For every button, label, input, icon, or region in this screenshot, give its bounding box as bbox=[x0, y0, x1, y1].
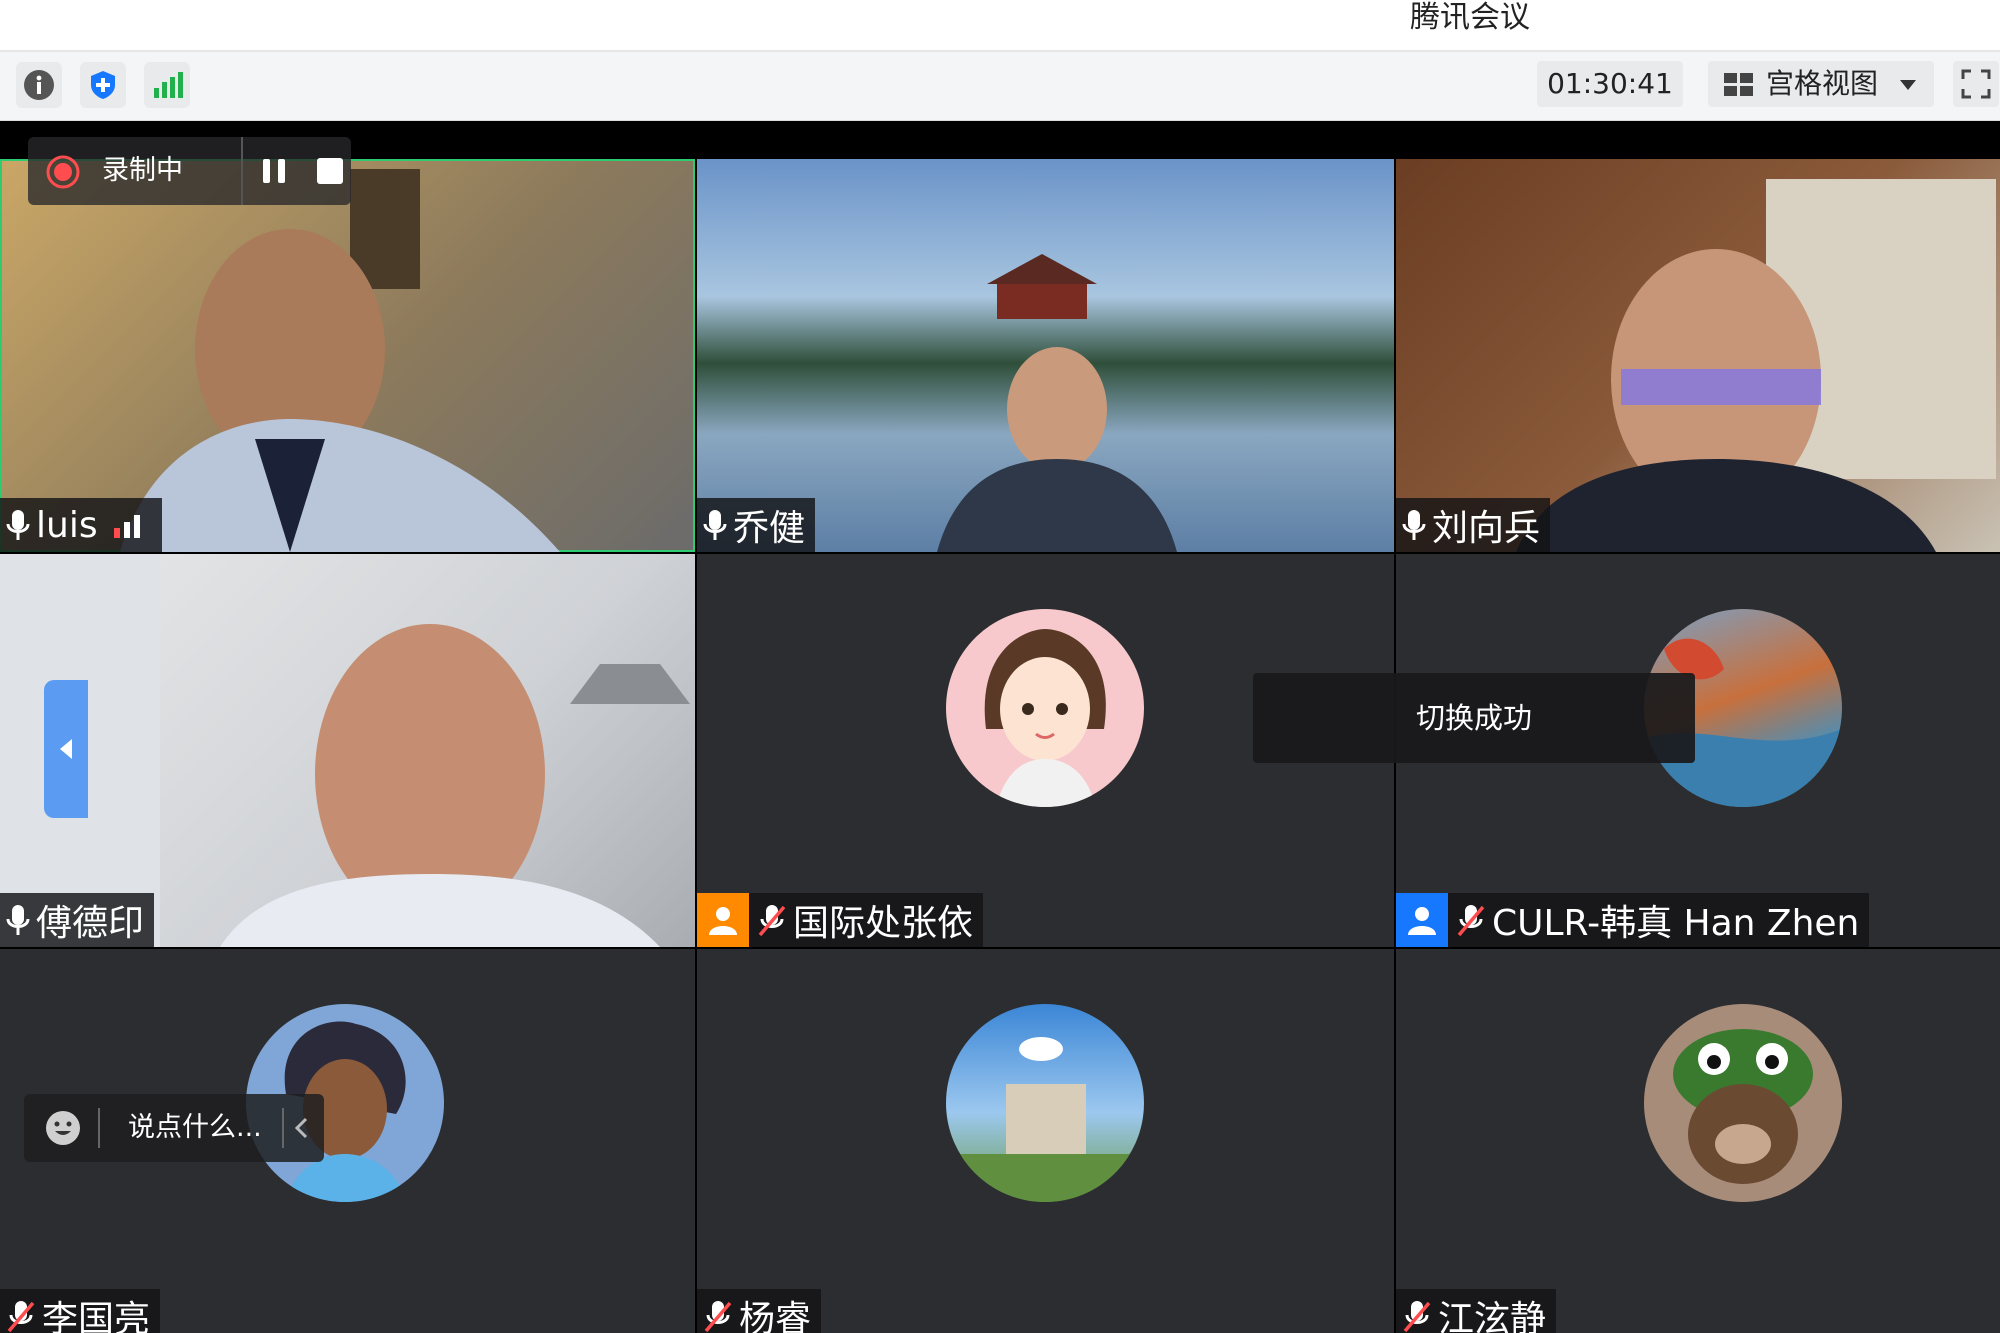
fullscreen-icon bbox=[1961, 69, 1991, 99]
participant-namebar: 刘向兵 bbox=[1396, 498, 1551, 552]
participant-tile-jiang-xuanjing[interactable]: 江泫静 bbox=[1396, 949, 2000, 1333]
mic-muted-icon bbox=[758, 905, 786, 937]
participant-name: 刘向兵 bbox=[1432, 508, 1541, 549]
title-bar: 腾讯会议 bbox=[0, 0, 2000, 52]
stop-recording-button[interactable] bbox=[310, 151, 350, 191]
recording-status: 录制中 bbox=[102, 155, 183, 186]
participant-namebar: 国际处张依 bbox=[697, 893, 984, 947]
signal-strength-icon bbox=[113, 515, 140, 538]
chat-input[interactable]: 说点什么... bbox=[128, 1094, 262, 1162]
shield-icon[interactable] bbox=[80, 62, 126, 108]
mic-icon bbox=[703, 510, 727, 540]
fullscreen-button[interactable] bbox=[1953, 61, 1999, 107]
mic-muted-icon bbox=[1403, 1301, 1431, 1333]
participant-namebar: 傅德印 bbox=[0, 893, 155, 947]
participant-name: 李国亮 bbox=[42, 1299, 151, 1333]
divider bbox=[282, 1108, 284, 1148]
toast-notification: 切换成功 bbox=[1253, 673, 1695, 763]
participant-namebar: luis bbox=[0, 498, 162, 552]
participant-namebar: CULR-韩真 Han Zhen bbox=[1396, 893, 1870, 947]
mic-icon bbox=[6, 510, 30, 540]
participant-video bbox=[1516, 179, 1996, 552]
mic-icon bbox=[1402, 510, 1426, 540]
participant-video bbox=[120, 169, 560, 552]
mic-muted-icon bbox=[7, 1301, 35, 1333]
pause-icon bbox=[263, 159, 285, 183]
info-icon[interactable] bbox=[16, 62, 62, 108]
participant-tile-fu-deyin[interactable]: 傅德印 bbox=[0, 554, 695, 947]
stop-icon bbox=[317, 158, 343, 184]
avatar bbox=[1644, 1004, 1842, 1202]
avatar bbox=[946, 609, 1144, 807]
participant-tile-qiao-jian[interactable]: 乔健 bbox=[697, 159, 1394, 552]
recording-icon bbox=[46, 155, 80, 189]
mic-muted-icon bbox=[1457, 905, 1485, 937]
participant-tile-liu-xiangbing[interactable]: 刘向兵 bbox=[1396, 159, 2000, 552]
view-mode-label: 宫格视图 bbox=[1766, 67, 1879, 100]
participant-tile-yang-rui[interactable]: 杨睿 bbox=[697, 949, 1394, 1333]
sidebar-toggle-button[interactable] bbox=[44, 680, 88, 818]
participant-name: luis bbox=[36, 504, 98, 546]
pause-recording-button[interactable] bbox=[254, 151, 294, 191]
divider bbox=[98, 1108, 100, 1148]
participant-name: CULR-韩真 Han Zhen bbox=[1492, 903, 1860, 944]
participant-namebar: 乔健 bbox=[697, 498, 816, 552]
view-mode-dropdown[interactable]: 宫格视图 bbox=[1708, 61, 1934, 107]
participant-video bbox=[937, 254, 1177, 552]
user-icon bbox=[697, 893, 749, 947]
participant-name: 江泫静 bbox=[1438, 1299, 1547, 1333]
mic-icon bbox=[6, 905, 30, 935]
emoji-icon[interactable] bbox=[44, 1109, 82, 1147]
participant-namebar: 江泫静 bbox=[1396, 1289, 1557, 1333]
mic-muted-icon bbox=[704, 1301, 732, 1333]
chevron-left-icon bbox=[60, 739, 72, 759]
participant-video bbox=[0, 554, 690, 947]
participant-namebar: 李国亮 bbox=[0, 1289, 161, 1333]
participant-namebar: 杨睿 bbox=[697, 1289, 822, 1333]
participant-name: 乔健 bbox=[733, 508, 806, 549]
avatar bbox=[946, 1004, 1144, 1202]
divider bbox=[241, 137, 243, 205]
chevron-down-icon bbox=[1900, 80, 1916, 90]
participant-name: 杨睿 bbox=[739, 1299, 812, 1333]
app-title: 腾讯会议 bbox=[1410, 0, 1530, 35]
recording-bar: 录制中 bbox=[28, 137, 351, 205]
grid-view-icon bbox=[1724, 73, 1753, 96]
participant-tile-luis[interactable]: luis bbox=[0, 159, 695, 552]
user-icon bbox=[1396, 893, 1448, 947]
participant-name: 国际处张依 bbox=[793, 903, 974, 944]
chevron-left-icon[interactable] bbox=[292, 1116, 312, 1140]
meeting-timer: 01:30:41 bbox=[1537, 61, 1683, 107]
chat-input-bar[interactable]: 说点什么... bbox=[24, 1094, 324, 1162]
signal-icon[interactable] bbox=[144, 62, 190, 108]
participant-name: 傅德印 bbox=[36, 903, 145, 944]
meeting-toolbar: 01:30:41 宫格视图 bbox=[0, 52, 2000, 121]
